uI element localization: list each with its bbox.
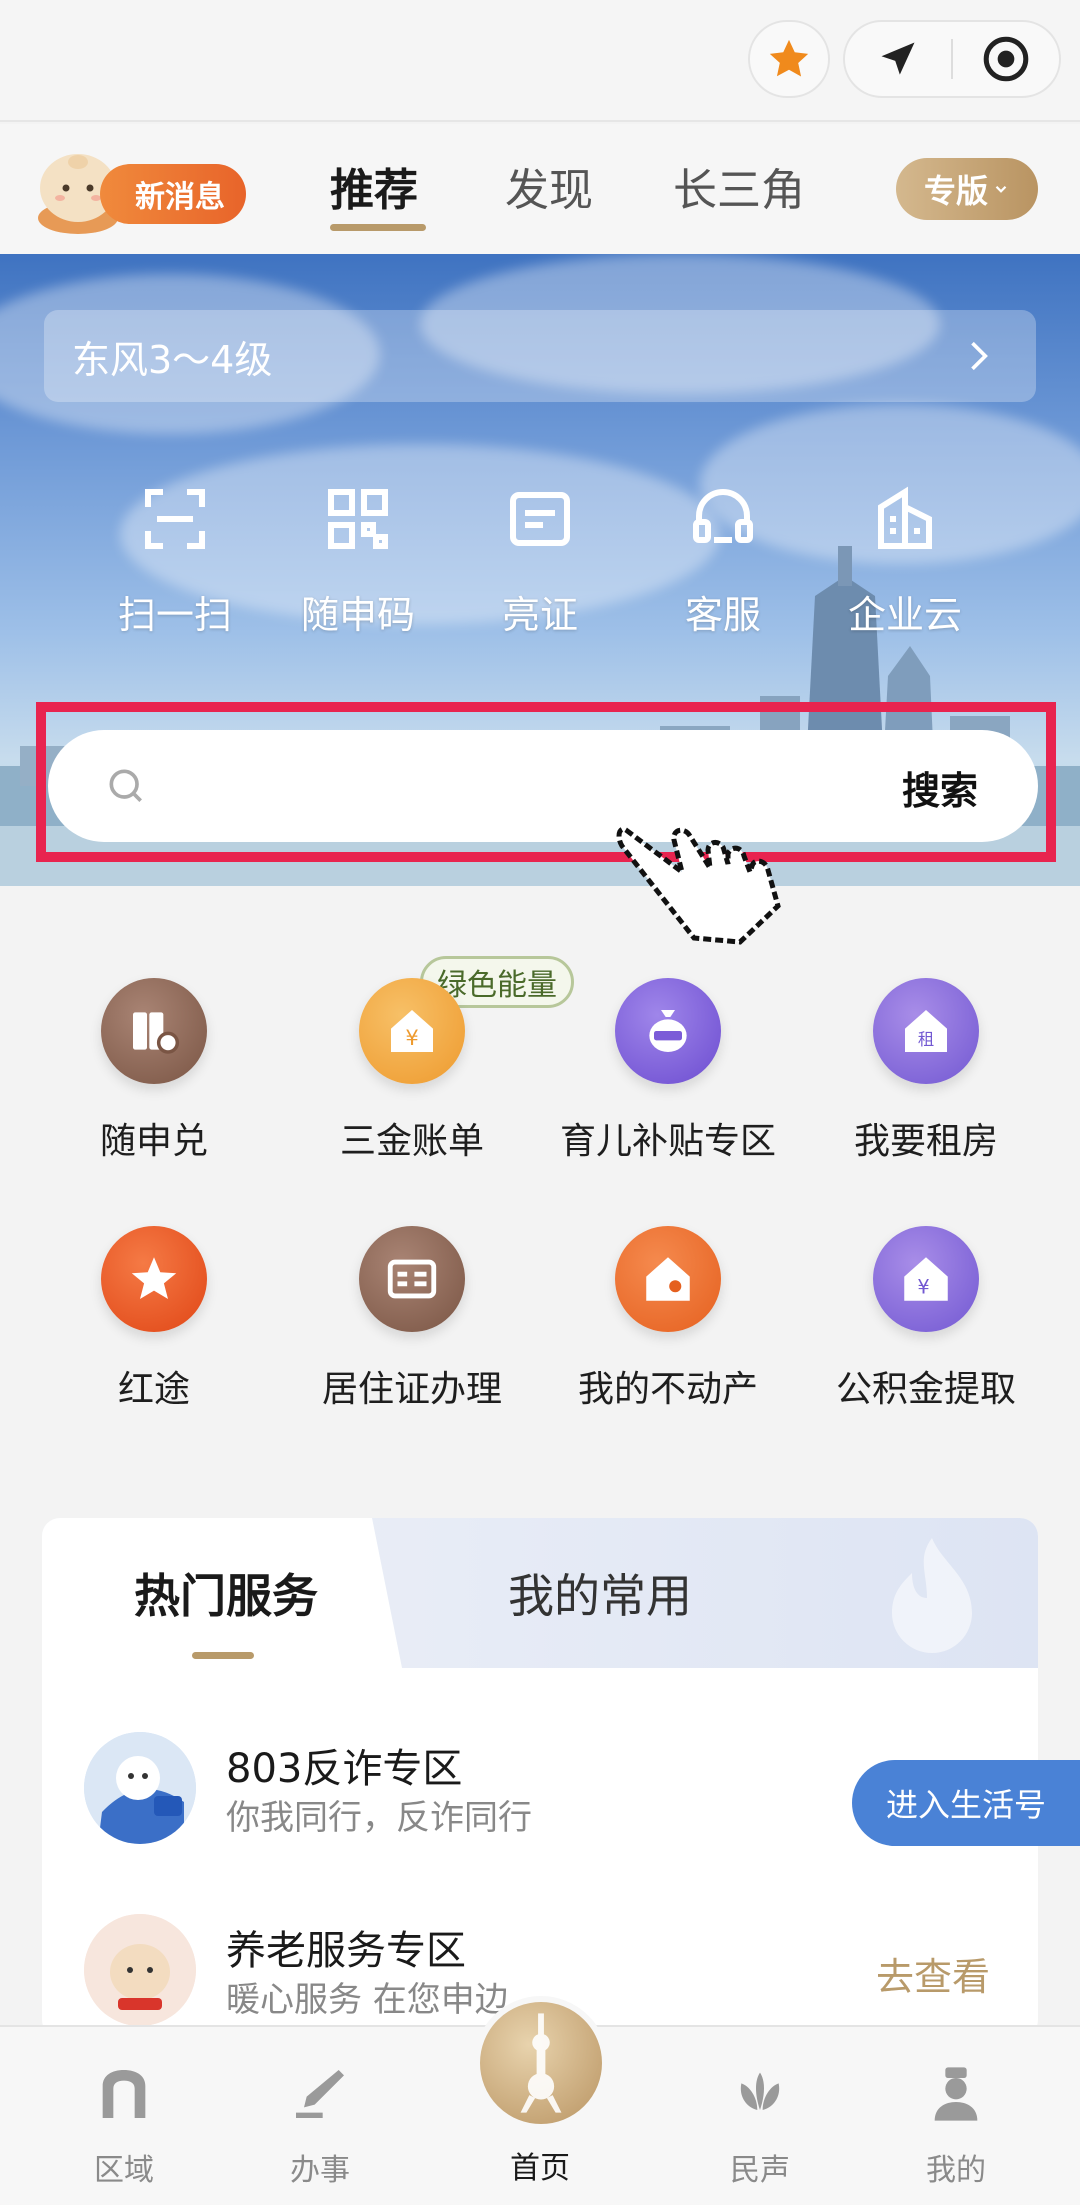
quick-action-label: 扫一扫 [117, 593, 232, 637]
quick-action-customer-service[interactable]: 客服 [648, 474, 798, 639]
weather-bar[interactable]: 东风3～4级 [44, 310, 1036, 402]
flame-icon [892, 1538, 972, 1653]
nav-region[interactable]: 区域 [44, 2061, 204, 2189]
quick-action-label: 亮证 [501, 593, 578, 637]
tab-hot-services[interactable]: 热门服务 [134, 1560, 318, 1626]
svg-text:租: 租 [918, 1030, 934, 1049]
voucher-icon [133, 1012, 180, 1054]
hand-pointer-icon [616, 826, 781, 945]
row-subtitle: 你我同行，反诈同行 [226, 1798, 532, 1838]
home-button[interactable] [474, 1996, 608, 2130]
anti-fraud-avatar [84, 1732, 196, 1844]
anti-fraud-mascot-icon [84, 1732, 196, 1844]
money-bag-icon [649, 1010, 687, 1052]
lotus-icon [740, 2072, 780, 2110]
red-star-icon [131, 1257, 177, 1300]
tab-recommend[interactable]: 推荐 [330, 154, 418, 218]
quick-action-qr-code[interactable]: 随申码 [283, 474, 433, 639]
card-tab-indicator [192, 1652, 254, 1659]
nav-label: 区域 [94, 2153, 154, 2188]
service-label: 我的不动产 [577, 1369, 758, 1410]
record-button[interactable] [953, 22, 1059, 96]
search-highlight-box [36, 702, 1056, 862]
row-subtitle: 暖心服务 在您申边 [226, 1980, 509, 2020]
tab-discover[interactable]: 发现 [505, 154, 593, 218]
service-red-route[interactable]: 红途 [34, 1226, 274, 1412]
location-arrow-icon [881, 42, 915, 75]
service-residence-permit[interactable]: 居住证办理 [292, 1226, 532, 1412]
service-label: 育儿补贴专区 [559, 1121, 776, 1162]
quick-action-enterprise-cloud[interactable]: 企业云 [830, 474, 980, 639]
view-button[interactable]: 去查看 [876, 1946, 990, 2001]
tab-my-frequent[interactable]: 我的常用 [508, 1560, 692, 1626]
quick-action-label: 企业云 [847, 593, 962, 637]
service-rent-house[interactable]: 租 我要租房 [806, 978, 1046, 1164]
service-label: 三金账单 [339, 1121, 484, 1162]
nav-voice[interactable]: 民声 [680, 2061, 840, 2189]
new-message-badge[interactable]: 新消息 [100, 164, 246, 224]
rent-house-icon: 租 [905, 1010, 947, 1052]
svg-text:¥: ¥ [405, 1026, 418, 1050]
row-title[interactable]: 养老服务专区 [226, 1918, 466, 1976]
headset-icon [693, 489, 753, 543]
service-childcare-subsidy[interactable]: 育儿补贴专区 [548, 978, 788, 1164]
nav-label: 办事 [290, 2153, 350, 2188]
quick-action-scan[interactable]: 扫一扫 [100, 474, 250, 639]
nav-label: 民声 [730, 2153, 790, 2188]
home-tower-icon [520, 2013, 562, 2113]
target-icon [983, 36, 1029, 82]
service-label: 红途 [117, 1369, 190, 1410]
favorite-button[interactable] [748, 20, 830, 98]
elderly-service-avatar [84, 1914, 196, 2026]
quick-action-label: 客服 [684, 593, 761, 637]
location-button[interactable] [845, 22, 951, 96]
svg-text:¥: ¥ [917, 1276, 929, 1299]
header: 新消息 推荐 发现 长三角 专版 [0, 124, 1080, 254]
card-icon [510, 492, 570, 546]
service-three-funds-bill[interactable]: ¥ 三金账单 [292, 978, 532, 1164]
region-icon [102, 2070, 146, 2118]
chevron-down-icon [995, 185, 1007, 193]
top-bar [0, 0, 1080, 122]
chevron-right-icon [971, 341, 988, 371]
yuan-house-icon: ¥ [391, 1010, 433, 1052]
profile-icon [934, 2067, 978, 2121]
fund-house-icon: ¥ [904, 1257, 948, 1301]
nav-home[interactable]: 首页 [460, 2129, 620, 2187]
service-my-property[interactable]: 我的不动产 [548, 1226, 788, 1412]
weather-text: 东风3～4级 [72, 337, 273, 382]
service-label: 居住证办理 [321, 1369, 502, 1410]
nav-label: 我的 [926, 2153, 986, 2188]
nav-mine[interactable]: 我的 [876, 2061, 1036, 2189]
quick-action-label: 随申码 [300, 593, 415, 637]
elderly-mascot-icon [84, 1914, 196, 2026]
service-housing-fund[interactable]: ¥ 公积金提取 [806, 1226, 1046, 1412]
nav-label: 首页 [510, 2151, 570, 2186]
residence-card-icon [387, 1259, 437, 1299]
edition-button[interactable]: 专版 [896, 158, 1038, 220]
tab-yangtze-delta[interactable]: 长三角 [673, 154, 805, 218]
quick-action-show-card[interactable]: 亮证 [465, 474, 615, 639]
service-suishendui[interactable]: 随申兑 [34, 978, 274, 1164]
row-title[interactable]: 803反诈专区 [226, 1736, 462, 1794]
active-tab-indicator [330, 224, 426, 231]
service-label: 公积金提取 [835, 1369, 1016, 1410]
service-label: 随申兑 [99, 1121, 208, 1162]
pen-icon [296, 2070, 344, 2118]
building-icon [878, 486, 932, 549]
star-icon [769, 39, 809, 77]
edition-label: 专版 [923, 172, 988, 210]
nav-services[interactable]: 办事 [240, 2061, 400, 2189]
property-icon [646, 1257, 690, 1301]
service-label: 我要租房 [853, 1121, 998, 1162]
enter-life-account-button[interactable]: 进入生活号 [852, 1760, 1080, 1846]
mini-program-capsule [843, 20, 1061, 98]
scan-icon [145, 489, 205, 549]
qr-code-icon [328, 489, 388, 549]
